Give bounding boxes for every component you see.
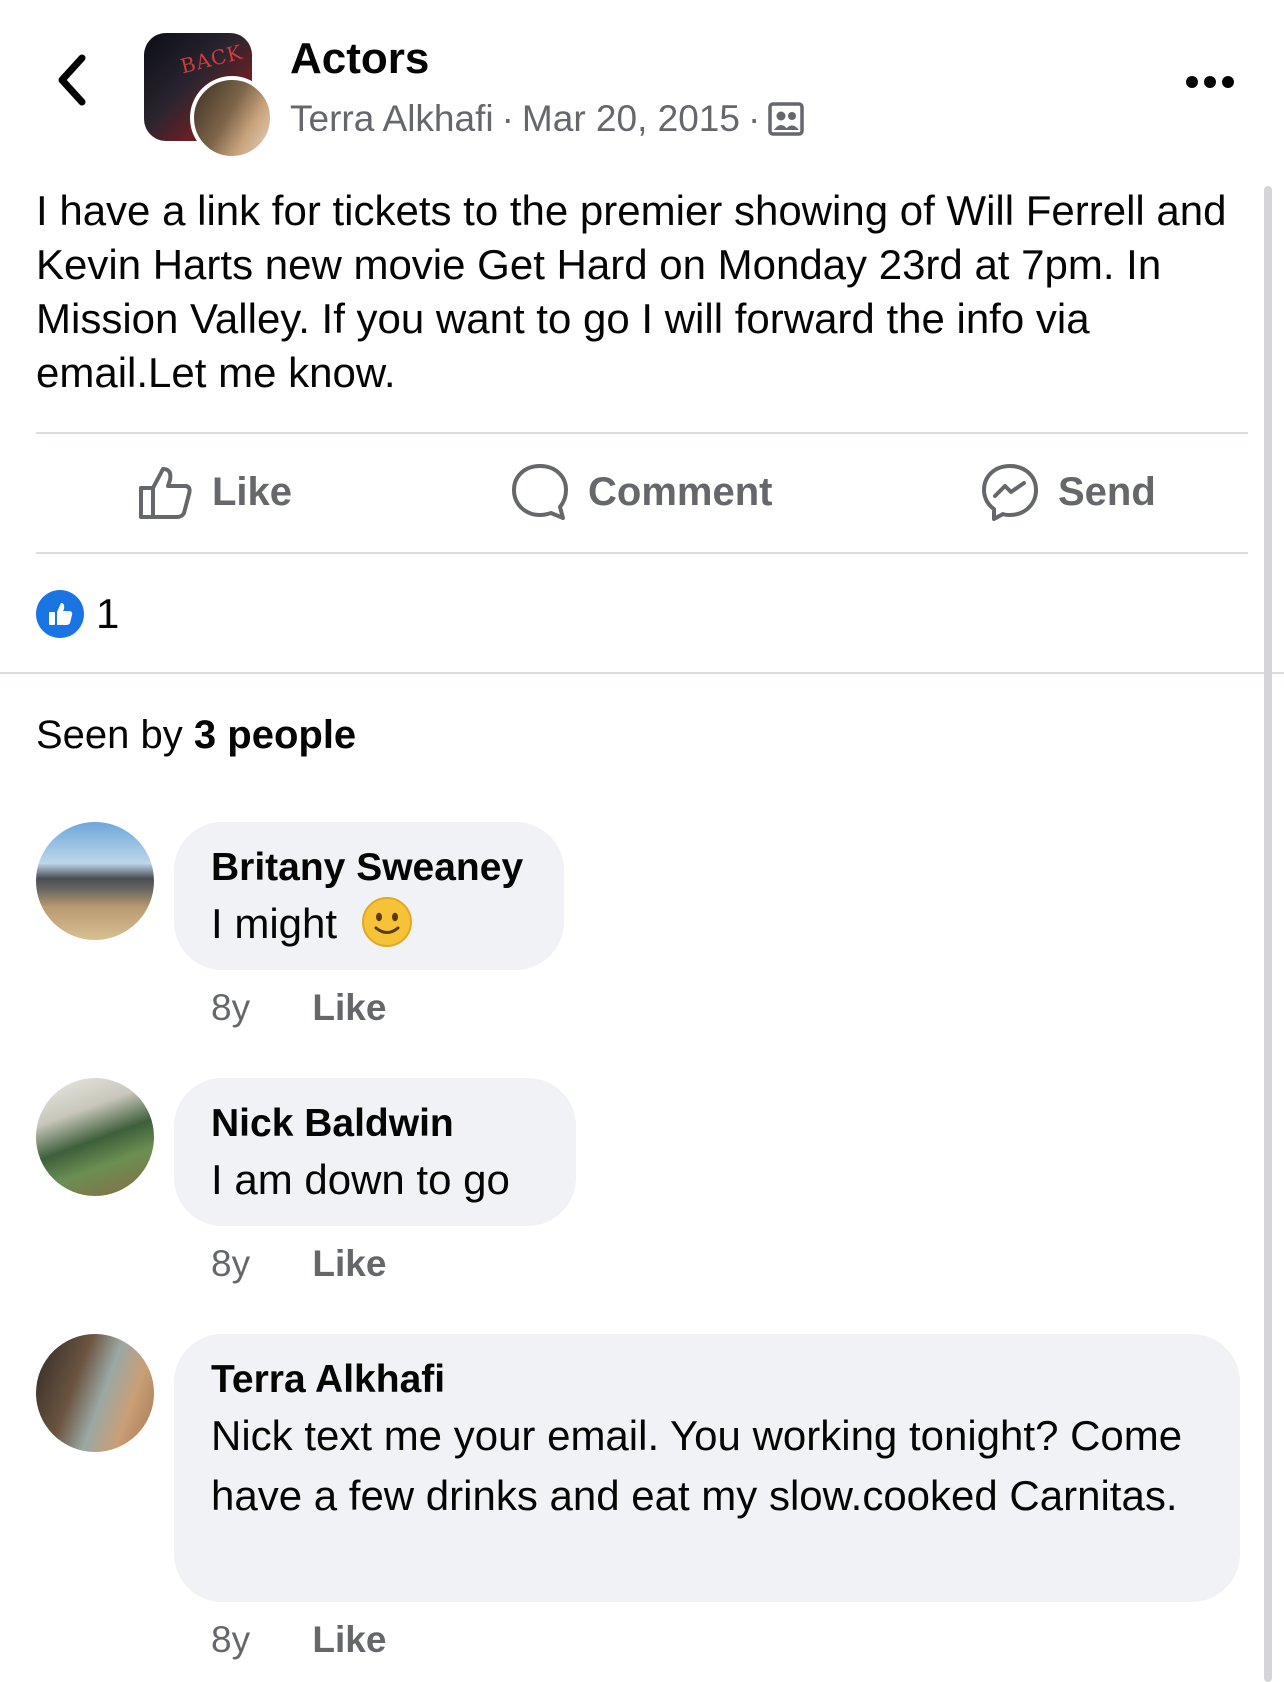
post-meta: Terra Alkhafi · Mar 20, 2015 ·: [290, 94, 805, 144]
chevron-left-icon: [58, 54, 86, 106]
commenter-name[interactable]: Britany Sweaney: [211, 842, 526, 894]
comment-like-button[interactable]: Like: [312, 987, 386, 1028]
scrollbar[interactable]: [1264, 186, 1272, 1682]
seen-by-prefix: Seen by: [36, 713, 183, 757]
comment-bubble: Britany Sweaney I might: [174, 822, 564, 970]
commenter-name[interactable]: Terra Alkhafi: [211, 1354, 1202, 1406]
divider: [0, 672, 1284, 674]
comment-bubble: Terra Alkhafi Nick text me your email. Y…: [174, 1334, 1240, 1602]
more-options-button[interactable]: [1184, 64, 1236, 100]
post-text: I have a link for tickets to the premier…: [36, 187, 1227, 396]
comment-like-button[interactable]: Like: [312, 1243, 386, 1284]
post-date[interactable]: Mar 20, 2015: [522, 98, 740, 139]
thumbs-up-icon: [49, 603, 73, 625]
back-button[interactable]: [52, 52, 92, 108]
messenger-icon: [982, 464, 1038, 521]
send-button[interactable]: Send: [980, 452, 1156, 532]
reaction-count[interactable]: 1: [96, 587, 119, 641]
comment-meta: 8y Like: [211, 1239, 386, 1289]
more-horizontal-icon: [1186, 76, 1234, 88]
commenter-name[interactable]: Nick Baldwin: [211, 1098, 538, 1150]
comment-like-button[interactable]: Like: [312, 1619, 386, 1660]
thumbs-up-icon: [139, 467, 192, 519]
comment-meta: 8y Like: [211, 983, 386, 1033]
comment-age[interactable]: 8y: [211, 1243, 250, 1284]
comment-icon: [512, 464, 568, 520]
meta-separator: ·: [747, 98, 761, 139]
like-label: Like: [212, 469, 293, 514]
meta-separator: ·: [501, 98, 514, 139]
like-button[interactable]: Like: [136, 452, 292, 532]
commenter-avatar[interactable]: [36, 822, 154, 940]
seen-by-count: 3 people: [193, 713, 357, 757]
author-avatar[interactable]: [190, 76, 274, 160]
send-label: Send: [1058, 469, 1156, 514]
comment-age[interactable]: 8y: [211, 987, 250, 1028]
comment-text: I am down to go: [211, 1156, 510, 1203]
author-name[interactable]: Terra Alkhafi: [290, 98, 494, 139]
comment-button[interactable]: Comment: [510, 452, 772, 532]
comment-text: I might: [211, 894, 526, 954]
seen-by[interactable]: Seen by 3 people: [36, 710, 356, 760]
divider: [36, 552, 1248, 554]
slightly-smiling-face-icon: [361, 897, 412, 947]
like-reaction-badge[interactable]: [36, 590, 84, 638]
commenter-avatar[interactable]: [36, 1334, 154, 1452]
comment-bubble: Nick Baldwin I am down to go: [174, 1078, 576, 1226]
comment-age[interactable]: 8y: [211, 1619, 250, 1660]
group-name[interactable]: Actors: [290, 32, 429, 86]
divider: [36, 432, 1248, 434]
commenter-avatar[interactable]: [36, 1078, 154, 1196]
group-members-icon: [768, 102, 805, 136]
comment-meta: 8y Like: [211, 1615, 386, 1665]
comment-text: Nick text me your email. You working ton…: [211, 1412, 1183, 1519]
comment-label: Comment: [588, 469, 773, 514]
